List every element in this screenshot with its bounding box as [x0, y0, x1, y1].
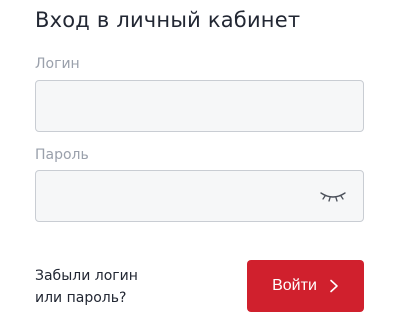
- forgot-link-line2: или пароль?: [35, 290, 127, 306]
- forgot-credentials-link[interactable]: Забыли логин или пароль?: [35, 265, 138, 309]
- login-field[interactable]: [35, 80, 364, 132]
- login-form: Вход в личный кабинет Логин Пароль Забыл…: [0, 0, 400, 324]
- chevron-right-icon: [330, 279, 338, 293]
- login-button-label: Войти: [272, 277, 317, 294]
- forgot-link-line1: Забыли логин: [35, 268, 138, 284]
- login-button[interactable]: Войти: [247, 260, 364, 312]
- password-field[interactable]: [35, 170, 364, 222]
- page-title: Вход в личный кабинет: [35, 8, 301, 32]
- closed-eye-icon[interactable]: [319, 188, 347, 204]
- login-label: Логин: [35, 56, 80, 72]
- password-label: Пароль: [35, 147, 89, 163]
